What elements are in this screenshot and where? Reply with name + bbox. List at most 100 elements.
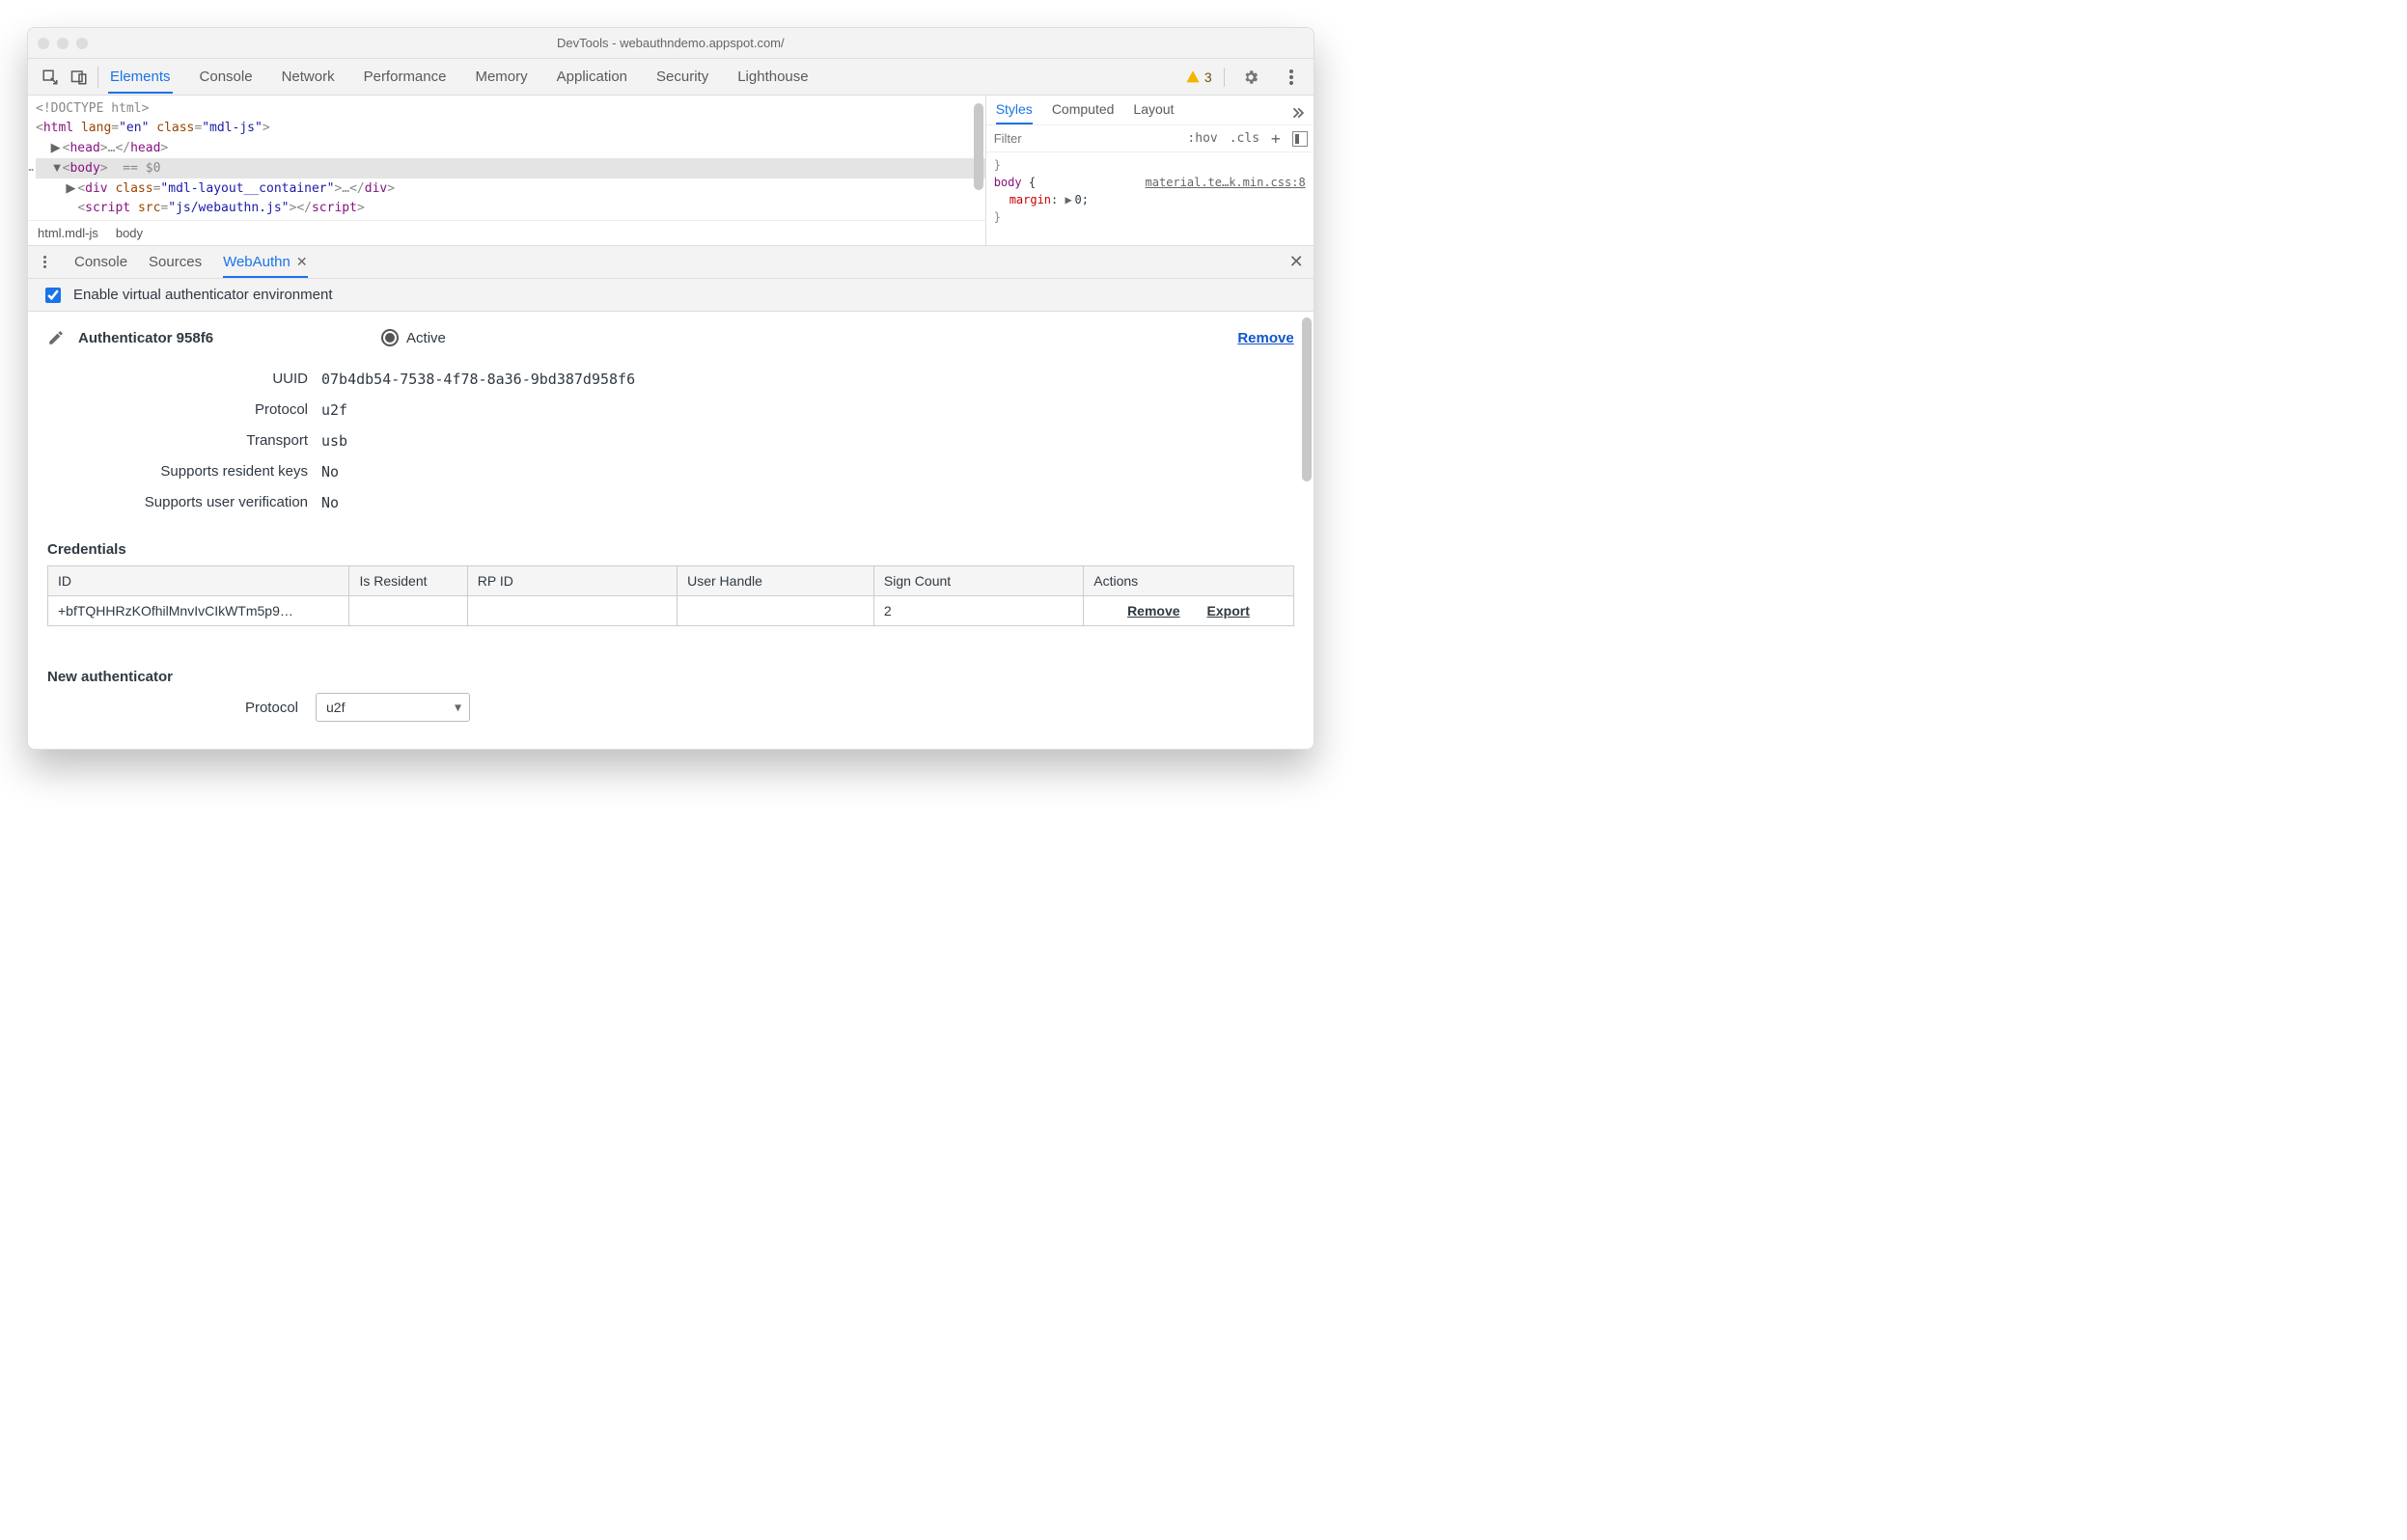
remove-credential-link[interactable]: Remove <box>1127 603 1179 619</box>
scrollbar[interactable] <box>974 103 983 190</box>
new-auth-protocol-row: Protocol u2f ▾ <box>47 693 1294 722</box>
chevron-down-icon: ▾ <box>455 700 461 716</box>
table-row[interactable]: +bfTQHHRzKOfhilMnvIvCIkWTm5p9… 2 Remove E… <box>48 596 1294 626</box>
table-header-row: ID Is Resident RP ID User Handle Sign Co… <box>48 566 1294 596</box>
pencil-icon[interactable] <box>47 329 65 346</box>
dom-tree[interactable]: <!DOCTYPE html> <html lang="en" class="m… <box>28 96 985 245</box>
resident-value: No <box>321 456 339 487</box>
add-rule-icon[interactable]: + <box>1265 129 1286 148</box>
doctype: <!DOCTYPE html> <box>36 101 149 116</box>
toolbar-right: 3 <box>1185 63 1306 92</box>
breadcrumb: html.mdl-js body <box>28 220 985 245</box>
cred-resident <box>349 596 467 626</box>
breadcrumb-body[interactable]: body <box>116 226 143 240</box>
main-tabs: Elements Console Network Performance Mem… <box>108 61 811 94</box>
cred-signcount: 2 <box>873 596 1083 626</box>
enable-virtual-checkbox[interactable] <box>45 288 61 303</box>
sidebar-toggle-icon[interactable] <box>1292 131 1308 147</box>
tab-network[interactable]: Network <box>280 61 337 94</box>
inspect-icon[interactable] <box>36 63 65 92</box>
drawer-tab-sources[interactable]: Sources <box>149 254 202 270</box>
th-actions[interactable]: Actions <box>1084 566 1293 596</box>
tab-performance[interactable]: Performance <box>362 61 449 94</box>
na-protocol-value: u2f <box>326 700 345 715</box>
titlebar: DevTools - webauthndemo.appspot.com/ <box>28 28 1314 59</box>
collapse-icon[interactable]: ▼ <box>51 158 63 178</box>
protocol-label: Protocol <box>86 395 308 426</box>
selected-node[interactable]: … ▼<body> == $0 <box>36 158 985 179</box>
styles-filter-input[interactable] <box>986 127 1182 150</box>
authenticator-header: Authenticator 958f6 Active Remove <box>47 329 1294 346</box>
expand-icon[interactable]: ▶ <box>66 179 77 198</box>
tab-console[interactable]: Console <box>198 61 255 94</box>
styles-tab-computed[interactable]: Computed <box>1052 101 1115 124</box>
enable-virtual-label: Enable virtual authenticator environment <box>73 287 333 303</box>
credentials-heading: Credentials <box>47 541 1294 558</box>
scrollbar[interactable] <box>1302 317 1312 481</box>
zoom-dot[interactable] <box>76 38 88 49</box>
tab-lighthouse[interactable]: Lighthouse <box>735 61 810 94</box>
export-credential-link[interactable]: Export <box>1207 603 1250 619</box>
new-authenticator-heading: New authenticator <box>47 669 1294 685</box>
drawer-tab-console[interactable]: Console <box>74 254 127 270</box>
source-link[interactable]: material.te…k.min.css:8 <box>1146 174 1306 191</box>
warning-count: 3 <box>1204 69 1212 85</box>
tab-memory[interactable]: Memory <box>473 61 529 94</box>
th-resident[interactable]: Is Resident <box>349 566 467 596</box>
drawer-tabs: Console Sources WebAuthn✕ ✕ <box>28 246 1314 279</box>
cls-toggle[interactable]: .cls <box>1224 131 1265 146</box>
active-radio[interactable]: Active <box>381 329 446 346</box>
close-dot[interactable] <box>38 38 49 49</box>
tab-elements[interactable]: Elements <box>108 61 173 94</box>
th-rpid[interactable]: RP ID <box>467 566 677 596</box>
css-rules[interactable]: } body { material.te…k.min.css:8 margin:… <box>986 152 1314 245</box>
uuid-label: UUID <box>86 364 308 395</box>
tab-security[interactable]: Security <box>654 61 710 94</box>
tab-application[interactable]: Application <box>555 61 629 94</box>
hov-toggle[interactable]: :hov <box>1181 131 1223 146</box>
styles-tab-layout[interactable]: Layout <box>1133 101 1174 124</box>
device-toggle-icon[interactable] <box>65 63 94 92</box>
kebab-menu-icon[interactable] <box>1277 63 1306 92</box>
userverif-label: Supports user verification <box>86 487 308 518</box>
expand-icon[interactable]: ▶ <box>51 138 63 157</box>
window-controls <box>38 38 88 49</box>
cred-rpid <box>467 596 677 626</box>
resident-label: Supports resident keys <box>86 456 308 487</box>
styles-panel: Styles Computed Layout :hov .cls + } b <box>985 96 1314 245</box>
minimize-dot[interactable] <box>57 38 69 49</box>
radio-icon <box>381 329 399 346</box>
th-id[interactable]: ID <box>48 566 349 596</box>
webauthn-body: Authenticator 958f6 Active Remove UUID07… <box>28 312 1314 749</box>
transport-label: Transport <box>86 426 308 456</box>
styles-tab-styles[interactable]: Styles <box>996 101 1033 124</box>
enable-virtual-row: Enable virtual authenticator environment <box>28 279 1314 312</box>
credentials-table: ID Is Resident RP ID User Handle Sign Co… <box>47 565 1294 626</box>
na-protocol-select[interactable]: u2f ▾ <box>316 693 470 722</box>
chevron-right-icon[interactable] <box>1290 106 1304 120</box>
gear-icon[interactable] <box>1236 63 1265 92</box>
transport-value: usb <box>321 426 347 456</box>
styles-tabs: Styles Computed Layout <box>986 96 1314 125</box>
cred-actions: Remove Export <box>1084 596 1293 626</box>
expand-icon[interactable]: ▶ <box>1065 191 1075 208</box>
styles-filter-row: :hov .cls + <box>986 125 1314 152</box>
th-signcount[interactable]: Sign Count <box>873 566 1083 596</box>
close-icon[interactable]: ✕ <box>296 254 308 269</box>
th-userhandle[interactable]: User Handle <box>678 566 874 596</box>
warning-badge[interactable]: 3 <box>1185 69 1212 85</box>
userverif-value: No <box>321 487 339 518</box>
separator <box>97 67 98 88</box>
main-toolbar: Elements Console Network Performance Mem… <box>28 59 1314 96</box>
elements-panel: <!DOCTYPE html> <html lang="en" class="m… <box>28 96 1314 246</box>
close-drawer-icon[interactable]: ✕ <box>1289 252 1304 272</box>
separator <box>1224 68 1225 87</box>
kebab-menu-icon[interactable] <box>38 256 53 268</box>
remove-authenticator-link[interactable]: Remove <box>1237 330 1293 346</box>
breadcrumb-html[interactable]: html.mdl-js <box>38 226 98 240</box>
drawer-tab-webauthn[interactable]: WebAuthn✕ <box>223 254 308 270</box>
active-label: Active <box>406 330 446 346</box>
cred-userhandle <box>678 596 874 626</box>
cred-id: +bfTQHHRzKOfhilMnvIvCIkWTm5p9… <box>48 596 349 626</box>
authenticator-props: UUID07b4db54-7538-4f78-8a36-9bd387d958f6… <box>86 364 1294 518</box>
